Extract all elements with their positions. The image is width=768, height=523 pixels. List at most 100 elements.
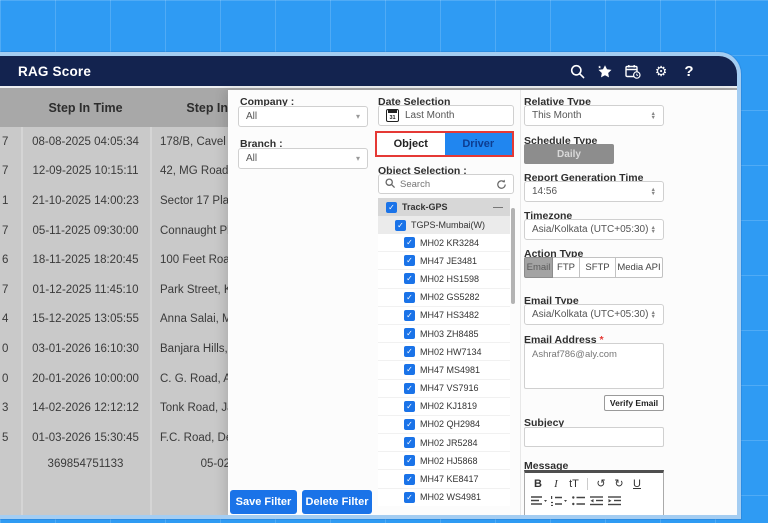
object-row[interactable]: ✓MH47 MS4981: [378, 361, 510, 379]
object-row-label: MH47 VS7916: [420, 383, 479, 393]
object-row[interactable]: ✓ MH02 GS5282: [378, 289, 510, 307]
checkbox[interactable]: ✓: [404, 310, 415, 321]
object-row[interactable]: ✓ MH03 ZH8485: [378, 325, 510, 343]
search-icon: [385, 175, 395, 193]
object-row[interactable]: ✓ MH47 VS7916: [378, 380, 510, 398]
email-address-field[interactable]: Ashraf786@aly.com: [524, 343, 664, 389]
checkbox[interactable]: ✓: [404, 273, 415, 284]
table-cell: 18-11-2025 18:20:45: [21, 254, 150, 266]
timezone-select[interactable]: Asia/Kolkata (UTC+05:30) ▲▼: [524, 219, 664, 240]
object-row-label: MH02 GS5282: [420, 292, 480, 302]
checkbox[interactable]: ✓: [404, 292, 415, 303]
object-row[interactable]: ✓ MH02 HJ5868: [378, 452, 510, 470]
object-row[interactable]: ✓MH02 KJ1819: [378, 398, 510, 416]
object-row-label: MH02 HJ5868: [420, 456, 478, 466]
verify-email-button[interactable]: Verify Email: [604, 395, 664, 411]
collapse-icon[interactable]: —: [493, 202, 503, 213]
tree-group-row[interactable]: ✓ TGPS-Mumbai(W): [378, 216, 510, 234]
checkbox[interactable]: ✓: [404, 383, 415, 394]
object-search: [378, 174, 514, 194]
table-cell: 15-12-2025 13:05:55: [21, 313, 150, 325]
object-row[interactable]: ✓ MH02 WS4981: [378, 489, 510, 506]
table-cell: 7: [0, 165, 21, 177]
indent-icon[interactable]: [607, 494, 621, 507]
object-tree: ✓ Track-GPS — ✓ TGPS-Mumbai(W) ✓MH02 KR3…: [378, 198, 510, 506]
redo-icon[interactable]: ↻: [612, 477, 626, 490]
action-type-segments: EmailFTPSFTPMedia API: [524, 257, 663, 278]
message-editor: B I tT ↺ ↻ U: [524, 470, 664, 518]
scrollbar-thumb[interactable]: [511, 208, 515, 304]
search-input[interactable]: [400, 179, 496, 190]
desktop-background: RAG Score ⚙ ? Step In Time: [0, 0, 768, 523]
object-row[interactable]: ✓MH02 JR5284: [378, 434, 510, 452]
table-cell: 20-01-2026 10:00:00: [21, 373, 150, 385]
underline-icon[interactable]: U: [630, 477, 644, 490]
object-row[interactable]: ✓MH47 HS3482: [378, 307, 510, 325]
action-type-media-api[interactable]: Media API: [616, 257, 663, 278]
checkbox[interactable]: ✓: [404, 401, 415, 412]
object-row[interactable]: ✓MH02 HS1598: [378, 270, 510, 288]
main-content: Step In Time Step In Location 708-08-202…: [0, 86, 737, 519]
object-row-label: MH02 WS4981: [420, 492, 481, 502]
checkbox[interactable]: ✓: [404, 346, 415, 357]
tree-root-row[interactable]: ✓ Track-GPS —: [378, 198, 510, 216]
outdent-icon[interactable]: [589, 494, 603, 507]
checkbox[interactable]: ✓: [404, 437, 415, 448]
email-type-select[interactable]: Asia/Kolkata (UTC+05:30) ▲▼: [524, 304, 664, 325]
refresh-icon[interactable]: [496, 179, 507, 190]
stepper-icon: ▲▼: [651, 311, 656, 319]
checkbox[interactable]: ✓: [404, 364, 415, 375]
bullet-list-icon[interactable]: [571, 494, 585, 507]
action-type-email[interactable]: Email: [524, 257, 553, 278]
report-time-select[interactable]: 14:56 ▲▼: [524, 181, 664, 202]
object-row[interactable]: ✓MH47 JE3481: [378, 252, 510, 270]
checkbox[interactable]: ✓: [404, 237, 415, 248]
checkbox[interactable]: ✓: [404, 419, 415, 430]
toggle-object-tab[interactable]: Object: [377, 133, 445, 155]
action-type-ftp[interactable]: FTP: [553, 257, 580, 278]
checkbox[interactable]: ✓: [404, 474, 415, 485]
branch-select[interactable]: All ▾: [238, 148, 368, 169]
table-cell: 3: [0, 402, 21, 414]
undo-icon[interactable]: ↺: [594, 477, 608, 490]
table-cell: 01-03-2026 15:30:45: [21, 432, 150, 444]
object-row-label: MH03 ZH8485: [420, 329, 479, 339]
company-select[interactable]: All ▾: [238, 106, 368, 127]
checkbox[interactable]: ✓: [404, 455, 415, 466]
table-cell: 5: [0, 432, 21, 444]
relative-type-select[interactable]: This Month ▲▼: [524, 105, 664, 126]
table-cell: 1: [0, 195, 21, 207]
date-range-select[interactable]: 31 Last Month: [378, 105, 514, 126]
table-cell: 12-09-2025 10:15:11: [21, 165, 150, 177]
italic-icon[interactable]: I: [549, 477, 563, 490]
bold-icon[interactable]: B: [531, 477, 545, 490]
ordered-list-icon[interactable]: [551, 494, 567, 507]
object-row[interactable]: ✓MH02 QH2984: [378, 416, 510, 434]
object-row[interactable]: ✓ MH02 HW7134: [378, 343, 510, 361]
scheduled-report-icon[interactable]: [625, 63, 641, 79]
help-icon[interactable]: ?: [681, 63, 697, 79]
schedule-type-daily-button[interactable]: Daily: [524, 144, 614, 164]
chevron-down-icon: ▾: [356, 154, 360, 163]
toggle-driver-tab[interactable]: Driver: [445, 133, 513, 155]
filter-panel: Company : All ▾ Branch : All ▾ Save Filt…: [228, 90, 737, 519]
object-row[interactable]: ✓MH02 KR3284: [378, 234, 510, 252]
save-filter-button[interactable]: Save Filter: [230, 490, 297, 514]
checkbox[interactable]: ✓: [404, 328, 415, 339]
font-size-icon[interactable]: tT: [567, 477, 581, 490]
table-cell: 08-08-2025 04:05:34: [21, 136, 150, 148]
align-left-icon[interactable]: [531, 494, 547, 507]
search-icon[interactable]: [569, 63, 585, 79]
delete-filter-button[interactable]: Delete Filter: [302, 490, 372, 514]
object-row[interactable]: ✓MH47 KE8417: [378, 470, 510, 488]
favorite-star-icon[interactable]: [597, 63, 613, 79]
checkbox[interactable]: ✓: [395, 220, 406, 231]
chevron-down-icon: ▾: [356, 112, 360, 121]
checkbox[interactable]: ✓: [386, 202, 397, 213]
checkbox[interactable]: ✓: [404, 255, 415, 266]
settings-gear-icon[interactable]: ⚙: [653, 63, 669, 79]
action-type-sftp[interactable]: SFTP: [580, 257, 616, 278]
checkbox[interactable]: ✓: [404, 492, 415, 503]
subject-input[interactable]: [524, 427, 664, 447]
object-row-label: MH02 HW7134: [420, 347, 482, 357]
